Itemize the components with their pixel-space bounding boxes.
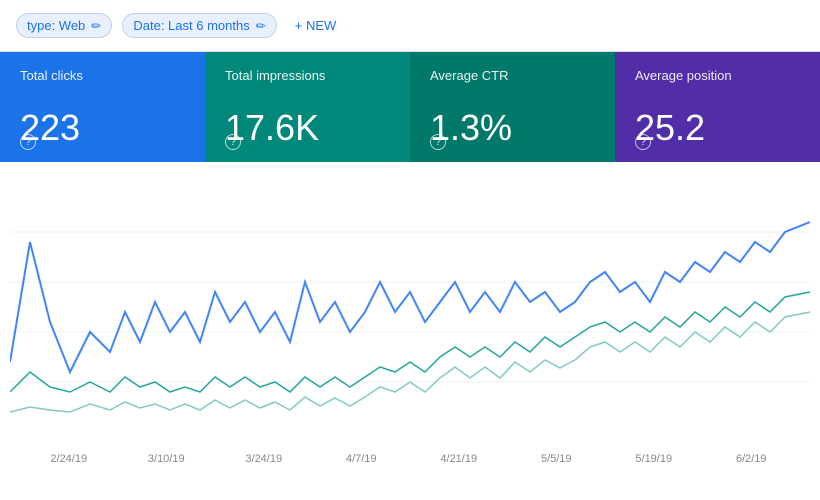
top-bar: type: Web ✏ Date: Last 6 months ✏ + NEW (0, 0, 820, 52)
x-label-2: 3/10/19 (118, 453, 216, 465)
position-help-icon[interactable]: ? (635, 134, 651, 150)
clicks-line (10, 222, 810, 372)
x-axis-labels: 2/24/19 3/10/19 3/24/19 4/7/19 4/21/19 5… (10, 447, 810, 465)
impressions-label: Total impressions (225, 68, 390, 83)
ctr-value: 1.3% (430, 110, 595, 146)
metrics-row: Total clicks 223 ? Total impressions 17.… (0, 52, 820, 162)
new-button[interactable]: + NEW (287, 14, 345, 37)
x-label-3: 3/24/19 (215, 453, 313, 465)
impressions-help-icon[interactable]: ? (225, 134, 241, 150)
metric-position[interactable]: Average position 25.2 ? (615, 52, 820, 162)
clicks-help-icon[interactable]: ? (20, 134, 36, 150)
chart-area: 2/24/19 3/10/19 3/24/19 4/7/19 4/21/19 5… (0, 162, 820, 500)
edit-icon: ✏ (91, 19, 101, 33)
clicks-value: 223 (20, 110, 185, 146)
ctr-help-icon[interactable]: ? (430, 134, 446, 150)
metric-clicks[interactable]: Total clicks 223 ? (0, 52, 205, 162)
x-label-5: 4/21/19 (410, 453, 508, 465)
main-content: Total clicks 223 ? Total impressions 17.… (0, 52, 820, 500)
clicks-label: Total clicks (20, 68, 185, 83)
x-label-6: 5/5/19 (508, 453, 606, 465)
x-label-4: 4/7/19 (313, 453, 411, 465)
position-value: 25.2 (635, 110, 800, 146)
impressions-line (10, 292, 810, 392)
x-label-8: 6/2/19 (703, 453, 801, 465)
x-label-1: 2/24/19 (20, 453, 118, 465)
ctr-label: Average CTR (430, 68, 595, 83)
metric-ctr[interactable]: Average CTR 1.3% ? (410, 52, 615, 162)
line-chart (10, 182, 810, 442)
impressions-value: 17.6K (225, 110, 390, 146)
date-filter-label: Date: Last 6 months (133, 18, 249, 33)
type-filter-chip[interactable]: type: Web ✏ (16, 13, 112, 38)
date-filter-chip[interactable]: Date: Last 6 months ✏ (122, 13, 276, 38)
metric-impressions[interactable]: Total impressions 17.6K ? (205, 52, 410, 162)
edit-icon-date: ✏ (256, 19, 266, 33)
new-button-label: + NEW (295, 18, 337, 33)
position-label: Average position (635, 68, 800, 83)
type-filter-label: type: Web (27, 18, 85, 33)
x-label-7: 5/19/19 (605, 453, 703, 465)
